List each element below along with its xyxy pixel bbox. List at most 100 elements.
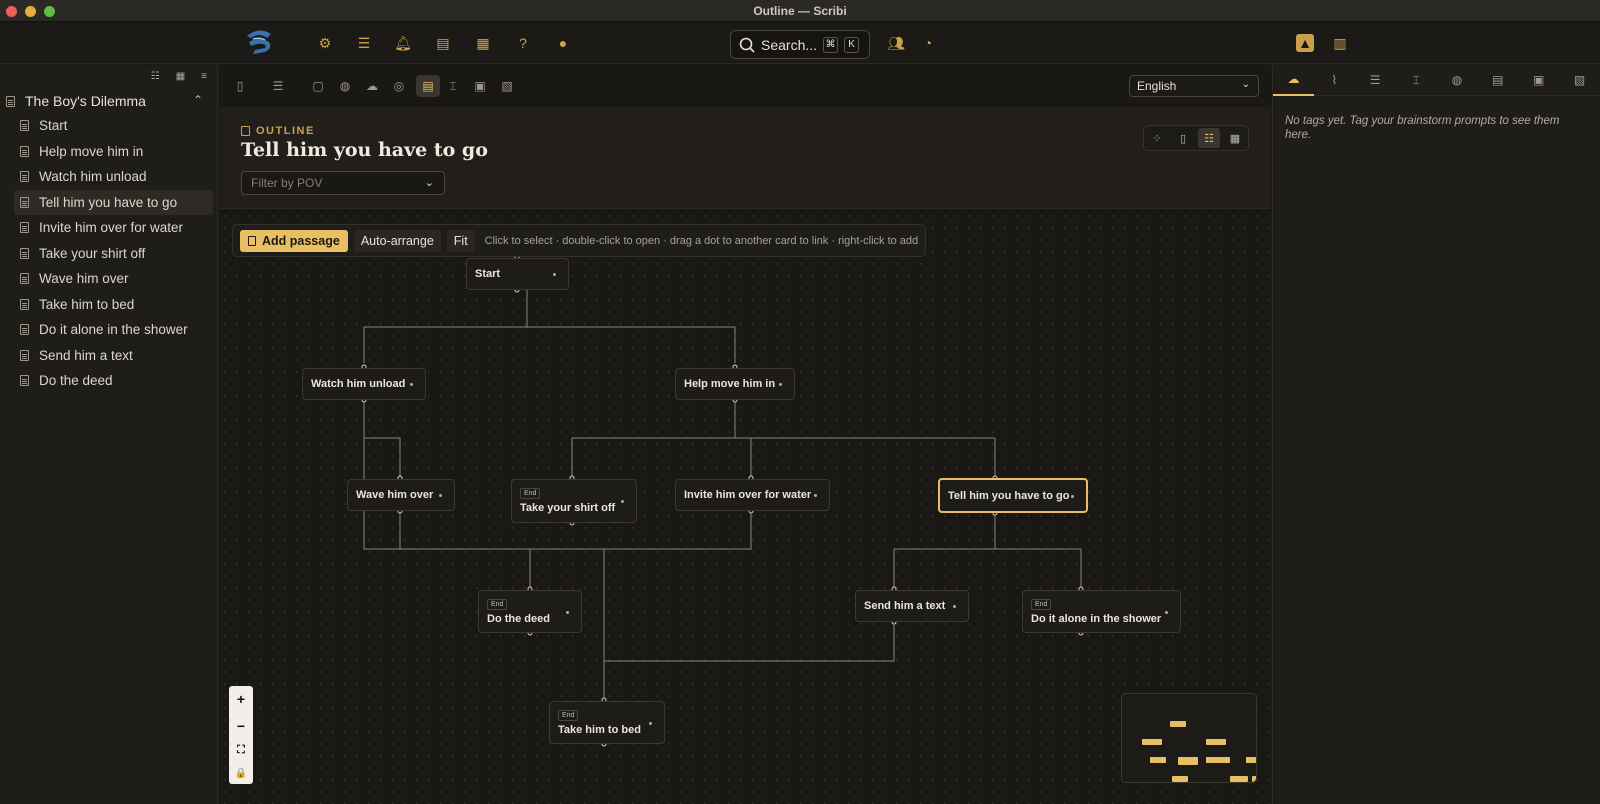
sidebar-item-watch-him-unload[interactable]: Watch him unload	[0, 164, 217, 190]
node-take-your-shirt-off[interactable]: End Take your shirt off	[511, 479, 637, 523]
sidebar-item-tell-him-you-have-to-go[interactable]: Tell him you have to go	[14, 189, 213, 215]
node-menu-dot[interactable]	[621, 500, 624, 503]
notes-tab-icon[interactable]: ▤	[1477, 65, 1518, 96]
sidebar-item-send-him-a-text[interactable]: Send him a text	[0, 343, 217, 369]
top-toolbar: ⚙ ☰ 🔔︎ ▤ ▦ ? ● Search... ⌘ K 👥︎ ◔ ▲ ▥	[0, 22, 1600, 64]
archive-icon[interactable]: ▣	[471, 77, 489, 95]
calendar-icon[interactable]: ▦	[473, 34, 493, 52]
users-icon[interactable]: 👥︎	[886, 34, 906, 52]
stats-tab-icon[interactable]: ⌇	[1314, 65, 1355, 96]
search-icon	[739, 37, 755, 53]
right-panel-tabs: ☁ ⌇ ☰ ⌶ ◍ ▤ ▣ ▧	[1273, 65, 1600, 96]
minimize-window-button[interactable]	[25, 6, 36, 17]
sidebar-item-take-your-shirt-off[interactable]: Take your shirt off	[0, 241, 217, 267]
node-label: Take him to bed	[558, 723, 641, 736]
node-menu-dot[interactable]	[553, 273, 556, 276]
node-watch-him-unload[interactable]: Watch him unload	[302, 368, 426, 400]
story-canvas[interactable]: Add passage Auto-arrange Fit Click to se…	[219, 210, 1271, 804]
node-wave-him-over[interactable]: Wave him over	[347, 479, 455, 511]
brainstorm-icon[interactable]: ☁	[363, 77, 381, 95]
sidebar-item-do-it-alone[interactable]: Do it alone in the shower	[0, 317, 217, 343]
node-do-the-deed[interactable]: End Do the deed	[478, 590, 582, 633]
node-menu-dot[interactable]	[439, 494, 442, 497]
add-passage-button[interactable]: Add passage	[240, 229, 348, 252]
tasks-icon[interactable]: ☰	[269, 77, 287, 95]
node-menu-dot[interactable]	[1165, 610, 1168, 614]
sidebar-item-help-move-him-in[interactable]: Help move him in	[0, 139, 217, 165]
split-panel-icon[interactable]: ▥	[1330, 34, 1350, 52]
sidebar-project[interactable]: The Boy's Dilemma ⌃	[0, 89, 217, 113]
sidebar-item-wave-him-over[interactable]: Wave him over	[0, 266, 217, 292]
node-label: Help move him in	[684, 378, 776, 390]
toggle-sidebar-icon[interactable]: ▯	[231, 77, 249, 95]
calendar-view-icon[interactable]: ▦	[176, 71, 185, 83]
sidebar-item-invite-him-over[interactable]: Invite him over for water	[0, 215, 217, 241]
node-menu-dot[interactable]	[649, 721, 652, 725]
brainstorm-tab-icon[interactable]: ☁	[1273, 65, 1314, 96]
chevron-down-icon: ⌄	[1241, 79, 1250, 90]
bell-icon[interactable]: 🔔︎	[393, 34, 413, 52]
zoom-window-button[interactable]	[44, 6, 55, 17]
chat-icon[interactable]: ●	[553, 34, 573, 52]
node-label: Do the deed	[487, 612, 550, 625]
pov-filter-select[interactable]: Filter by POV ⌄	[241, 171, 445, 195]
node-menu-dot[interactable]	[566, 610, 569, 614]
lock-button[interactable]: 🔒	[235, 768, 247, 779]
export-icon[interactable]: ▧	[498, 77, 516, 95]
sidebar-item-do-the-deed[interactable]: Do the deed	[0, 368, 217, 394]
tree-view-icon[interactable]: ☷	[1198, 128, 1220, 148]
minimap-node	[1170, 721, 1186, 727]
fit-button[interactable]: Fit	[446, 229, 475, 252]
node-menu-dot[interactable]	[953, 605, 956, 608]
sidebar-item-start[interactable]: Start	[0, 113, 217, 139]
view-switcher: ⁘ ▯ ☷ ▦	[1143, 125, 1249, 151]
node-menu-dot[interactable]	[814, 494, 817, 497]
search-button[interactable]: Search... ⌘ K	[730, 30, 870, 59]
list-tab-icon[interactable]: ☰	[1355, 65, 1396, 96]
node-send-him-a-text[interactable]: Send him a text	[855, 590, 969, 622]
close-window-button[interactable]	[6, 6, 17, 17]
node-menu-dot[interactable]	[1071, 494, 1074, 498]
help-icon[interactable]: ?	[513, 34, 533, 52]
history-icon[interactable]: ◔	[918, 34, 938, 52]
zoom-out-button[interactable]: −	[237, 718, 245, 734]
title-bar: Outline — Scribi	[0, 0, 1600, 22]
comments-tab-icon[interactable]: ▧	[1559, 65, 1600, 96]
node-menu-dot[interactable]	[410, 383, 413, 386]
cards-icon[interactable]: ▤	[433, 34, 453, 52]
document-view-icon[interactable]: ▯	[1172, 128, 1194, 148]
end-badge: End	[487, 598, 508, 610]
gear-icon[interactable]: ⚙	[315, 34, 335, 52]
grid-view-icon[interactable]: ⁘	[1146, 128, 1168, 148]
zoom-in-button[interactable]: +	[237, 691, 245, 707]
sidebar-item-take-him-to-bed[interactable]: Take him to bed	[0, 292, 217, 318]
language-select[interactable]: English ⌄	[1129, 75, 1259, 97]
outline-icon[interactable]: ▤	[416, 75, 440, 97]
new-doc-icon[interactable]: ▢	[309, 77, 327, 95]
node-menu-dot[interactable]	[779, 383, 782, 386]
node-tell-him-you-have-to-go[interactable]: Tell him you have to go	[938, 478, 1088, 513]
globe-icon[interactable]: ◍	[336, 77, 354, 95]
calendar-view-icon[interactable]: ▦	[1224, 128, 1246, 148]
node-start[interactable]: Start	[466, 258, 569, 290]
chevron-up-icon[interactable]: ⌃	[193, 93, 203, 107]
bell-badge-icon[interactable]: ▲	[1296, 34, 1314, 52]
node-invite-him-over[interactable]: Invite him over for water	[675, 479, 830, 511]
checklist-icon[interactable]: ☰	[354, 34, 374, 52]
timeline-icon[interactable]: ⌶	[444, 77, 462, 95]
list-view-icon[interactable]: ≡	[201, 71, 207, 83]
node-take-him-to-bed[interactable]: End Take him to bed	[549, 701, 665, 744]
sidebar-item-label: Tell him you have to go	[39, 194, 178, 210]
auto-arrange-button[interactable]: Auto-arrange	[353, 229, 441, 252]
tree-view-icon[interactable]: ☷	[151, 71, 160, 83]
target-icon[interactable]: ◎	[390, 77, 408, 95]
end-badge: End	[558, 709, 579, 721]
fit-view-button[interactable]: ⛶	[237, 744, 245, 757]
robot-tab-icon[interactable]: ▣	[1518, 65, 1559, 96]
document-icon	[248, 235, 256, 246]
node-help-move-him-in[interactable]: Help move him in	[675, 368, 795, 400]
minimap[interactable]	[1121, 693, 1257, 783]
node-do-it-alone-in-the-shower[interactable]: End Do it alone in the shower	[1022, 590, 1181, 633]
globe-tab-icon[interactable]: ◍	[1437, 65, 1478, 96]
timeline-tab-icon[interactable]: ⌶	[1396, 65, 1437, 96]
